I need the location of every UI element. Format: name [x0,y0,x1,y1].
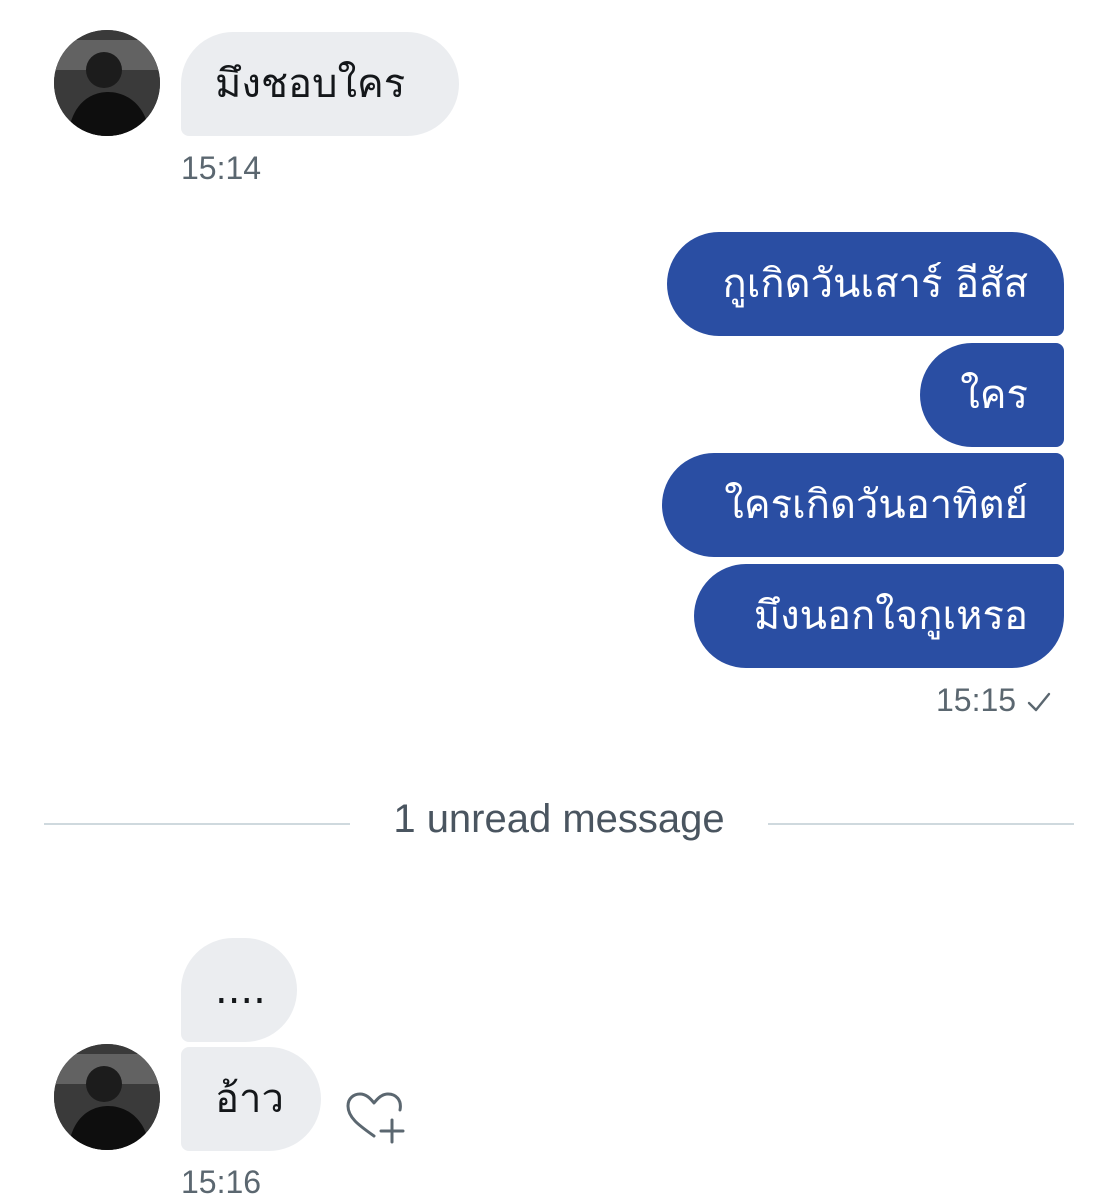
message-text: มึงชอบใคร [215,61,406,107]
message-timestamp: 15:15 [936,682,1052,722]
message-text: กูเกิดวันเสาร์ อีสัส [722,261,1029,307]
incoming-message-bubble[interactable]: .... [181,938,297,1042]
outgoing-message-bubble[interactable]: กูเกิดวันเสาร์ อีสัส [667,232,1064,336]
heart-plus-icon[interactable] [344,1090,408,1146]
message-text: อ้าว [215,1076,284,1122]
outgoing-message-bubble[interactable]: มึงนอกใจกูเหรอ [694,564,1064,668]
message-text: ใคร [960,372,1028,418]
avatar-photo-icon [54,30,160,136]
avatar-photo-icon [54,1044,160,1150]
sender-avatar[interactable] [54,30,160,136]
outgoing-message-bubble[interactable]: ใครเกิดวันอาทิตย์ [662,453,1064,557]
outgoing-message-bubble[interactable]: ใคร [920,343,1064,447]
incoming-message-bubble[interactable]: อ้าว [181,1047,321,1151]
message-text: ใครเกิดวันอาทิตย์ [724,482,1028,528]
unread-divider-label: 1 unread message [393,797,725,841]
incoming-message-bubble[interactable]: มึงชอบใคร [181,32,459,136]
divider-line-left [44,823,350,825]
divider-line-right [768,823,1074,825]
sender-avatar[interactable] [54,1044,160,1150]
checkmark-icon [1026,685,1052,722]
message-timestamp: 15:14 [181,150,262,186]
message-timestamp: 15:16 [181,1164,262,1200]
message-text: .... [215,967,266,1013]
message-text: มึงนอกใจกูเหรอ [753,593,1028,639]
